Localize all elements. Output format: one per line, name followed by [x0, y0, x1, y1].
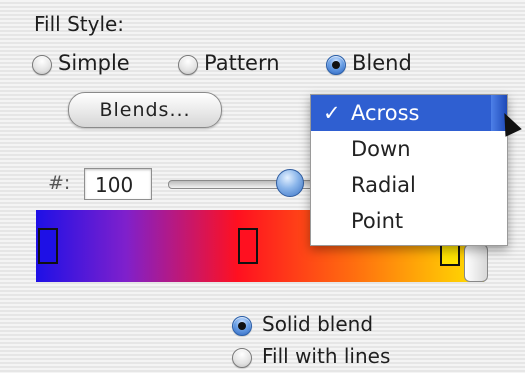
menu-item-across[interactable]: ✓ Across [311, 95, 507, 131]
steps-input[interactable]: 100 [84, 168, 152, 200]
gradient-end-handle[interactable] [464, 244, 488, 282]
menu-item-label: Point [351, 209, 404, 233]
radio-pattern[interactable]: Pattern [178, 51, 308, 77]
radio-solid-blend-label: Solid blend [262, 312, 374, 336]
checkmark-icon: ✓ [323, 101, 341, 125]
radio-simple[interactable]: Simple [32, 51, 162, 77]
menu-item-point[interactable]: Point [311, 203, 507, 239]
steps-slider-thumb[interactable] [276, 169, 304, 197]
radio-fill-with-lines-label: Fill with lines [262, 344, 391, 368]
radio-simple-indicator[interactable] [32, 55, 52, 75]
menu-item-label: Radial [351, 173, 416, 197]
blend-direction-menu: ✓ Across Down Radial Point [310, 94, 508, 246]
blends-button[interactable]: Blends... [68, 92, 222, 128]
menu-item-label: Across [351, 101, 420, 125]
menu-item-label: Down [351, 137, 411, 161]
steps-label: #: [48, 172, 71, 194]
menu-item-radial[interactable]: Radial [311, 167, 507, 203]
radio-fill-with-lines[interactable]: Fill with lines [232, 344, 452, 370]
radio-fill-with-lines-indicator[interactable] [232, 348, 252, 368]
section-title: Fill Style: [34, 12, 125, 36]
radio-blend[interactable]: Blend [326, 51, 436, 77]
radio-blend-label: Blend [352, 51, 412, 75]
radio-blend-indicator[interactable] [326, 55, 346, 75]
radio-simple-label: Simple [58, 51, 130, 75]
color-stop-red[interactable] [238, 228, 258, 264]
color-stop-blue[interactable] [38, 228, 58, 264]
radio-solid-blend-indicator[interactable] [232, 316, 252, 336]
radio-pattern-indicator[interactable] [178, 55, 198, 75]
menu-item-down[interactable]: Down [311, 131, 507, 167]
radio-pattern-label: Pattern [204, 51, 280, 75]
radio-solid-blend[interactable]: Solid blend [232, 312, 432, 338]
